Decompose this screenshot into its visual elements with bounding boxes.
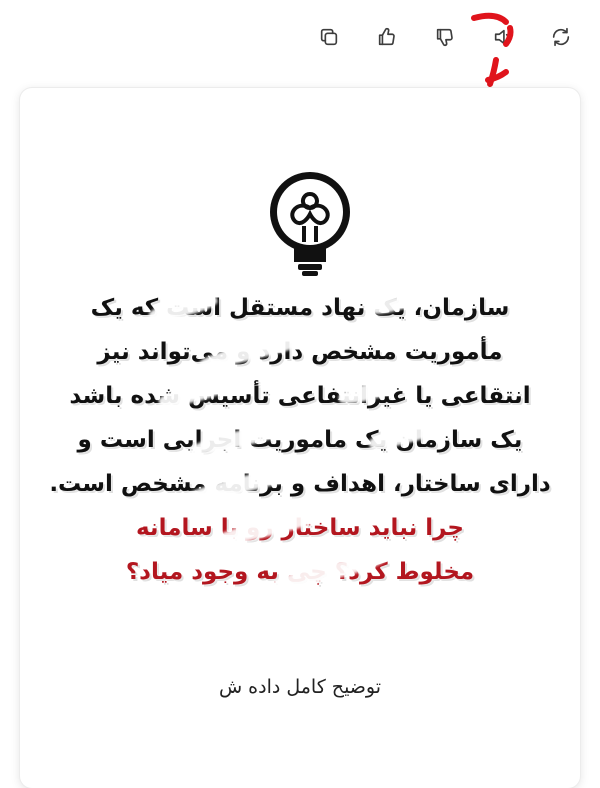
message-caption: توضیح کامل داده ش (218, 676, 382, 698)
read-aloud-button[interactable] (488, 22, 518, 52)
message-card: سازمان، یک نهاد مستقل است که یک مأموریت … (20, 88, 580, 788)
dislike-button[interactable] (430, 22, 460, 52)
thumbs-down-icon (436, 28, 453, 47)
lightbulb-logo-icon (270, 172, 350, 276)
regenerate-button[interactable] (546, 22, 576, 52)
poster-text: سازمان، یک نهاد مستقل است که یک مأموریت … (38, 286, 562, 595)
speaker-icon (494, 29, 512, 45)
like-button[interactable] (372, 22, 402, 52)
message-toolbar (314, 22, 576, 52)
poster-line: انتقاعی یا غیرانتفاعی تأسیس شده باشد (69, 383, 531, 409)
refresh-icon (552, 27, 570, 47)
copy-icon (320, 28, 338, 46)
thumbs-up-icon (378, 27, 395, 46)
copy-button[interactable] (314, 22, 344, 52)
poster-line: یک سازمان یک ماموریت اجرایی است و (77, 427, 523, 453)
poster-line: سازمان، یک نهاد مستقل است که یک (90, 295, 510, 321)
